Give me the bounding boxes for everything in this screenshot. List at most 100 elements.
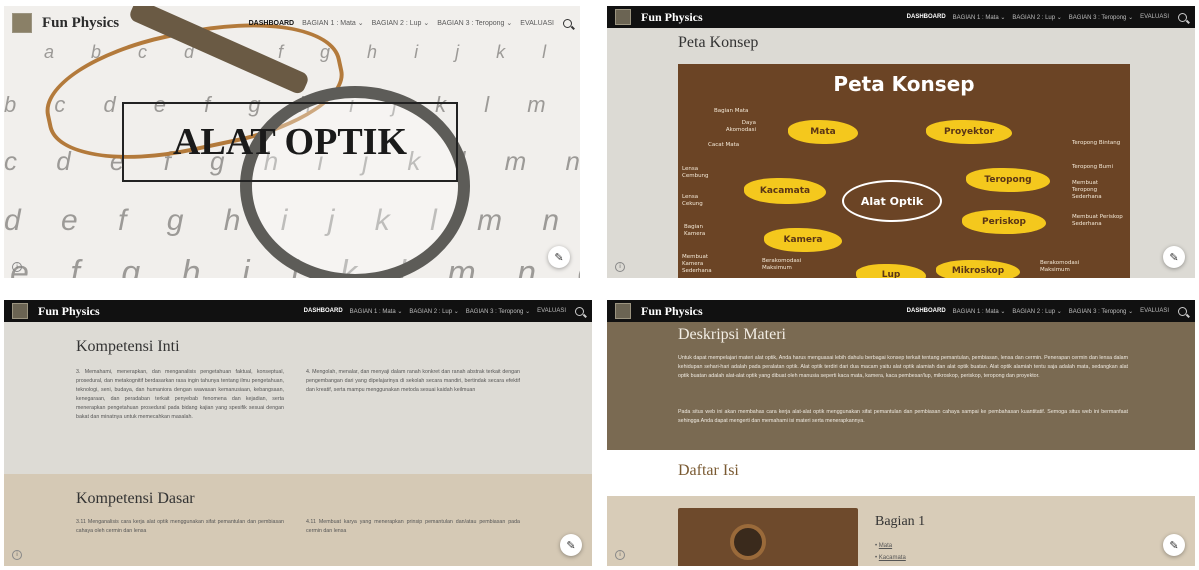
nav-bagian-3[interactable]: BAGIAN 3 : Teropong ⌄ (466, 308, 530, 315)
info-icon[interactable]: i (12, 550, 22, 560)
chevron-down-icon: ⌄ (1000, 14, 1006, 21)
edit-pencil-icon[interactable]: ✎ (548, 246, 570, 268)
site-logo[interactable] (12, 303, 28, 319)
daftar-isi-title: Daftar Isi (678, 462, 739, 479)
site-logo[interactable] (12, 13, 32, 33)
concept-node-lup: Lup (856, 264, 926, 278)
nav-evaluasi[interactable]: EVALUASI (1140, 14, 1169, 20)
nav-bagian-1[interactable]: BAGIAN 1 : Mata ⌄ (350, 308, 403, 315)
link-mata[interactable]: Mata (879, 543, 892, 549)
nav-dashboard[interactable]: DASHBOARD (304, 308, 343, 314)
link-kacamata[interactable]: Kacamata (879, 555, 906, 561)
concept-note: Lensa Cembung (682, 166, 709, 179)
nav-bagian-3-label: BAGIAN 3 : Teropong (465, 308, 524, 315)
chevron-down-icon: ⌄ (357, 20, 364, 27)
kompetensi-inti-title: Kompetensi Inti (76, 338, 180, 355)
kd-paragraph-3-11: 3.11 Menganalisis cara kerja alat optik … (76, 519, 284, 534)
kompetensi-screenshot: Fun Physics DASHBOARD BAGIAN 1 : Mata ⌄ … (4, 300, 592, 566)
nav-bagian-1[interactable]: BAGIAN 1 : Mata ⌄ (953, 14, 1006, 21)
brand-name[interactable]: Fun Physics (641, 10, 703, 25)
hero-title-box: ALAT OPTIK (122, 102, 458, 182)
chevron-down-icon: ⌄ (1128, 308, 1134, 315)
navbar: Fun Physics DASHBOARD BAGIAN 1 : Mata ⌄ … (4, 300, 592, 322)
concept-node-proyektor: Proyektor (926, 120, 1012, 144)
site-logo[interactable] (615, 303, 631, 319)
info-icon[interactable]: i (12, 262, 22, 272)
concept-note: Teropong Bintang (1072, 140, 1121, 146)
nav-bagian-1-label: BAGIAN 1 : Mata (349, 308, 396, 315)
kompetensi-inti-section: Kompetensi Inti 3. Memahami, menerapkan,… (4, 322, 592, 474)
nav-dashboard[interactable]: DASHBOARD (249, 20, 295, 27)
concept-note: Membuat Periskop Sederhana (1072, 214, 1123, 227)
nav-bagian-2[interactable]: BAGIAN 2 : Lup ⌄ (409, 308, 458, 315)
nav-bagian-3[interactable]: BAGIAN 3 : Teropong ⌄ (1069, 308, 1133, 315)
nav-bagian-2[interactable]: BAGIAN 2 : Lup ⌄ (372, 19, 430, 27)
info-icon[interactable]: i (615, 262, 625, 272)
concept-note: Berakomodasi Maksimum (762, 258, 802, 271)
concept-note: Membuat Kamera Sederhana (682, 254, 712, 274)
chevron-down-icon: ⌄ (1056, 14, 1062, 21)
nav-menu: DASHBOARD BAGIAN 1 : Mata ⌄ BAGIAN 2 : L… (907, 14, 1169, 21)
list-item: • Mata (875, 543, 893, 549)
nav-bagian-3[interactable]: BAGIAN 3 : Teropong ⌄ (1069, 14, 1133, 21)
concept-note: Cacat Mata (708, 142, 740, 148)
chevron-down-icon: ⌄ (1000, 308, 1006, 315)
concept-map-image: Peta Konsep Alat Optik Mata Proyektor Ka… (678, 64, 1130, 278)
nav-bagian-2[interactable]: BAGIAN 2 : Lup ⌄ (1012, 14, 1061, 21)
site-logo[interactable] (615, 9, 631, 25)
nav-bagian-1[interactable]: BAGIAN 1 : Mata ⌄ (302, 19, 364, 27)
concept-note: Daya Akomodasi (725, 120, 756, 133)
edit-pencil-icon[interactable]: ✎ (560, 534, 582, 556)
search-icon[interactable] (1178, 306, 1187, 316)
bagian-title: Bagian 1 (875, 514, 926, 529)
nav-bagian-1-label: BAGIAN 1 : Mata (302, 20, 356, 27)
deskripsi-paragraph-2: Pada situs web ini akan membahas cara ke… (678, 409, 1128, 424)
nav-bagian-2-label: BAGIAN 2 : Lup (409, 308, 453, 315)
brand-name[interactable]: Fun Physics (641, 304, 703, 319)
nav-bagian-2[interactable]: BAGIAN 2 : Lup ⌄ (1012, 308, 1061, 315)
navbar: Fun Physics DASHBOARD BAGIAN 1 : Mata ⌄ … (607, 300, 1195, 322)
brand-name[interactable]: Fun Physics (42, 15, 119, 32)
list-item: • Kacamata (875, 555, 906, 561)
search-icon[interactable] (575, 306, 584, 316)
edit-pencil-icon[interactable]: ✎ (1163, 534, 1185, 556)
nav-dashboard[interactable]: DASHBOARD (907, 308, 946, 314)
concept-node-kacamata: Kacamata (744, 178, 826, 204)
nav-bagian-3-label: BAGIAN 3 : Teropong (1068, 14, 1127, 21)
info-icon[interactable]: i (615, 550, 625, 560)
concept-note: Berakomodasi Maksimum (1040, 260, 1080, 273)
nav-bagian-3[interactable]: BAGIAN 3 : Teropong ⌄ (437, 19, 512, 27)
nav-dashboard[interactable]: DASHBOARD (907, 14, 946, 20)
nav-bagian-2-label: BAGIAN 2 : Lup (371, 20, 422, 27)
nav-evaluasi[interactable]: EVALUASI (1140, 308, 1169, 314)
nav-menu: DASHBOARD BAGIAN 1 : Mata ⌄ BAGIAN 2 : L… (907, 308, 1169, 315)
kd-paragraph-4-11: 4.11 Membuat karya yang menerapkan prins… (306, 519, 520, 534)
concept-node-mikroskop: Mikroskop (936, 260, 1020, 278)
edit-pencil-icon[interactable]: ✎ (1163, 246, 1185, 268)
concept-note: Bagian Kamera (684, 224, 706, 237)
concept-note: Bagian Mata (714, 108, 749, 114)
search-icon[interactable] (563, 18, 572, 28)
section-title: Peta Konsep (678, 34, 759, 51)
chevron-down-icon: ⌄ (397, 308, 403, 315)
chevron-down-icon: ⌄ (453, 308, 459, 315)
peta-konsep-screenshot: Fun Physics DASHBOARD BAGIAN 1 : Mata ⌄ … (607, 6, 1195, 278)
nav-evaluasi[interactable]: EVALUASI (520, 20, 554, 27)
search-icon[interactable] (1178, 12, 1187, 22)
nav-menu: DASHBOARD BAGIAN 1 : Mata ⌄ BAGIAN 2 : L… (249, 19, 554, 28)
navbar: Fun Physics DASHBOARD BAGIAN 1 : Mata ⌄ … (607, 6, 1195, 28)
chevron-down-icon: ⌄ (506, 20, 513, 27)
nav-menu: DASHBOARD BAGIAN 1 : Mata ⌄ BAGIAN 2 : L… (304, 308, 566, 315)
bagian-list: • Mata • Kacamata (875, 540, 906, 564)
kompetensi-dasar-section: Kompetensi Dasar 3.11 Menganalisis cara … (4, 474, 592, 566)
nav-bagian-1[interactable]: BAGIAN 1 : Mata ⌄ (953, 308, 1006, 315)
hero-screenshot: a b c d e f g h i j k l m n o p q r b c … (4, 6, 580, 278)
brand-name[interactable]: Fun Physics (38, 304, 100, 319)
chevron-down-icon: ⌄ (525, 308, 531, 315)
ki-paragraph-4: 4. Mengolah, menalar, dan menyaji dalam … (306, 369, 520, 393)
nav-evaluasi[interactable]: EVALUASI (537, 308, 566, 314)
nav-bagian-1-label: BAGIAN 1 : Mata (952, 14, 999, 21)
deskripsi-screenshot: Fun Physics DASHBOARD BAGIAN 1 : Mata ⌄ … (607, 300, 1195, 566)
concept-note: Lensa Cekung (682, 194, 703, 207)
kompetensi-dasar-title: Kompetensi Dasar (76, 490, 195, 507)
